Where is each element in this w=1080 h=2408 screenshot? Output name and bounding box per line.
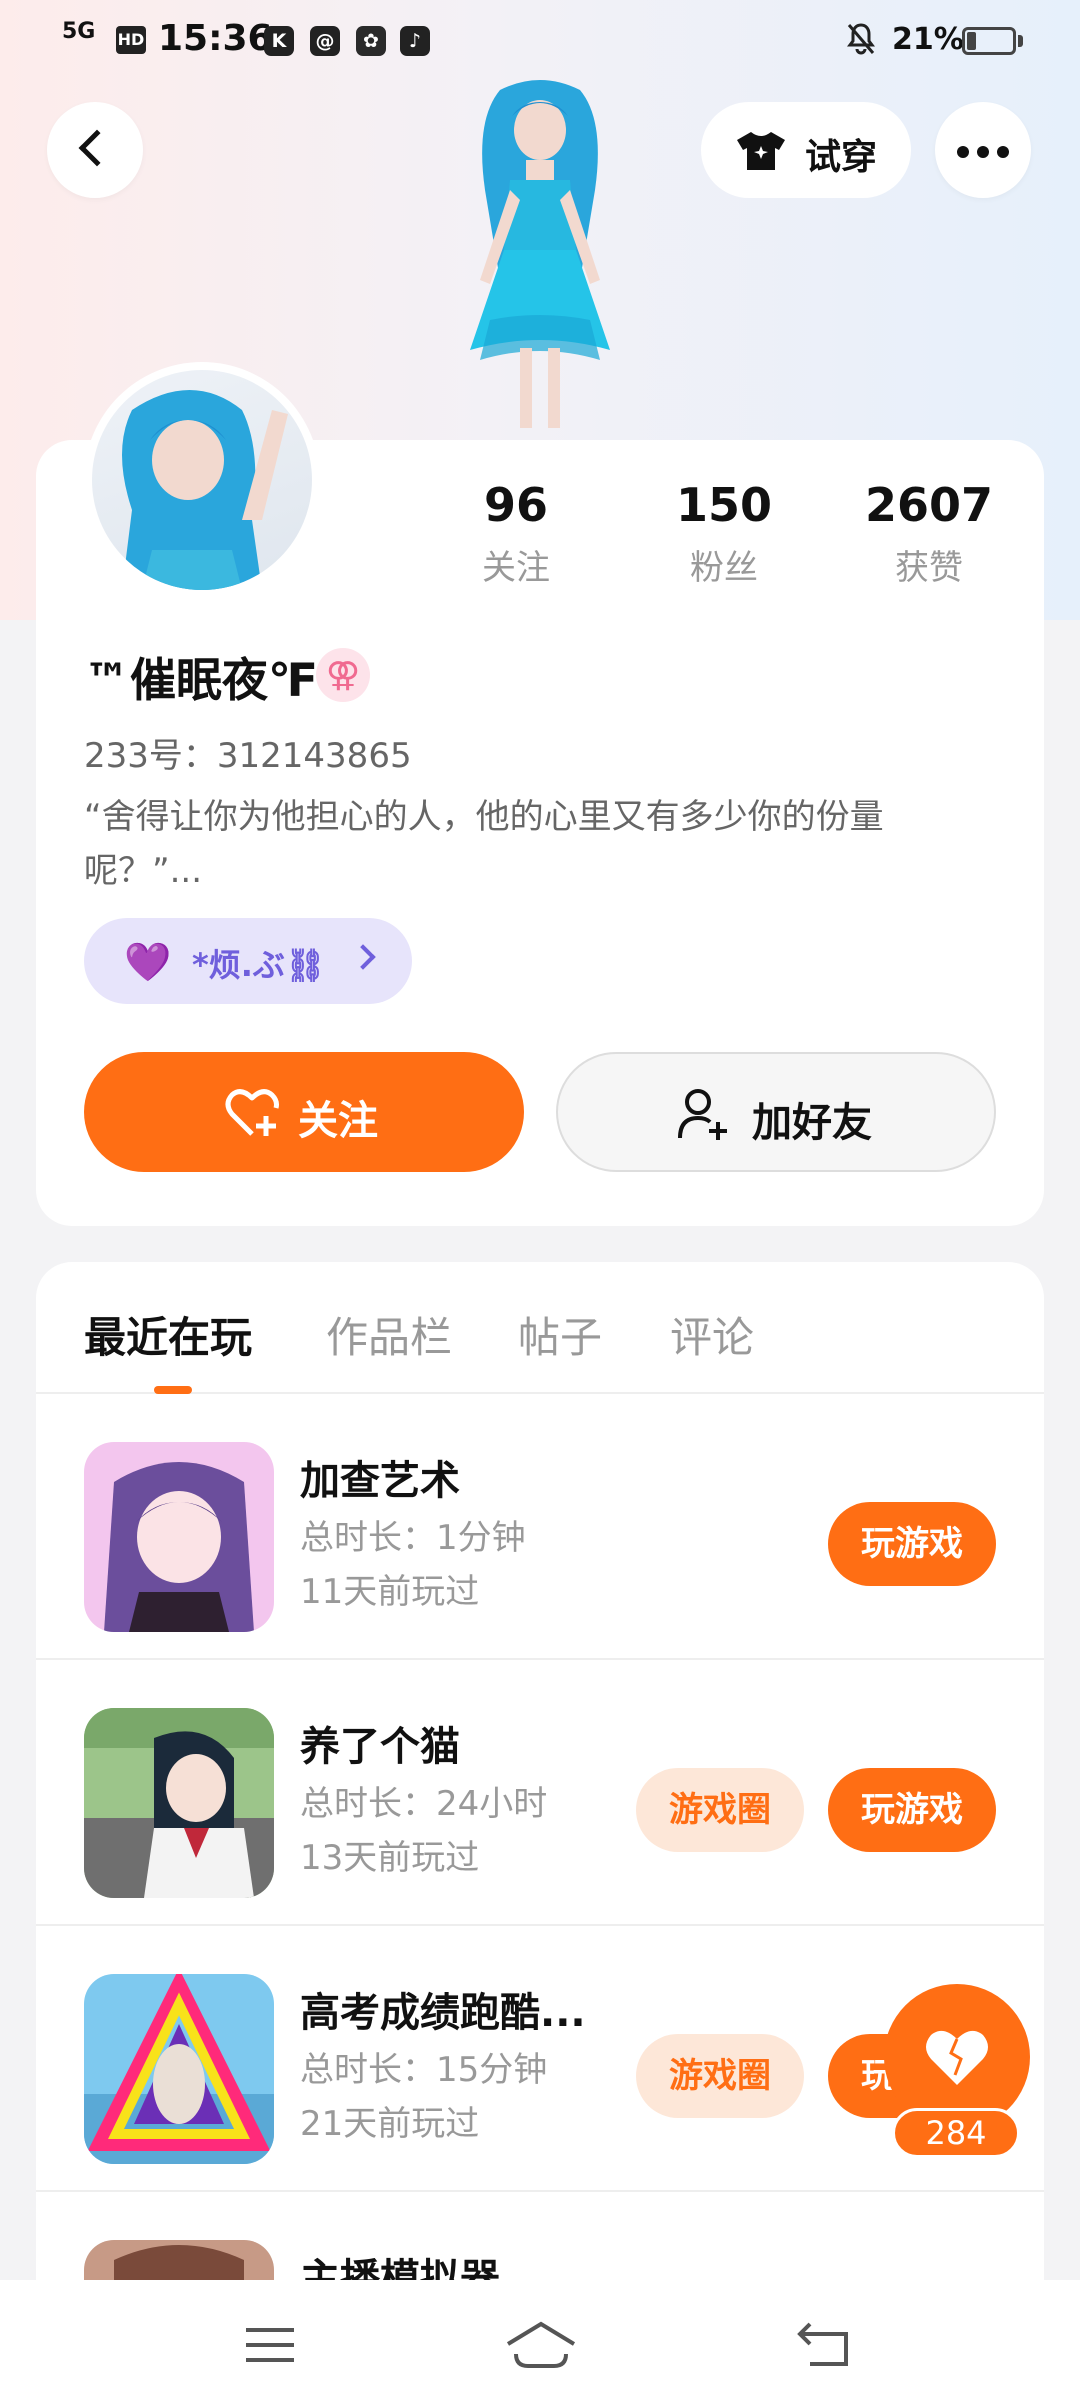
back-nav-icon[interactable] bbox=[796, 2320, 852, 2370]
play-game-button[interactable]: 玩游戏 bbox=[828, 1768, 996, 1852]
gender-female-icon: ⚢ bbox=[316, 648, 370, 702]
battery-tip bbox=[1018, 35, 1023, 47]
game-row[interactable]: 加查艺术 总时长：1分钟 11天前玩过 玩游戏 bbox=[36, 1394, 1044, 1660]
game-row[interactable]: 养了个猫 总时长：24小时 13天前玩过 游戏圈 玩游戏 bbox=[36, 1660, 1044, 1926]
try-on-label: 试穿 bbox=[805, 137, 878, 178]
game-title: 养了个猫 bbox=[300, 1724, 460, 1770]
stat-label: 关注 bbox=[482, 548, 550, 588]
tab-posts[interactable]: 帖子 bbox=[518, 1304, 602, 1365]
mute-icon bbox=[846, 22, 876, 64]
game-last-played: 11天前玩过 bbox=[300, 1572, 480, 1612]
stat-followers[interactable]: 150 粉丝 bbox=[624, 478, 824, 589]
game-thumbnail bbox=[84, 1974, 274, 2164]
back-arrow-icon bbox=[78, 129, 116, 167]
tag-label: *烦.ぶ⛓ bbox=[192, 946, 326, 984]
tab-bar: 最近在玩 作品栏 帖子 评论 bbox=[36, 1262, 1044, 1394]
avatar-image bbox=[92, 370, 312, 590]
game-last-played: 13天前玩过 bbox=[300, 1838, 480, 1878]
battery-level bbox=[967, 32, 976, 50]
heart-icon bbox=[926, 2030, 988, 2085]
game-title: 加查艺术 bbox=[300, 1458, 460, 1504]
activity-card: 最近在玩 作品栏 帖子 评论 加查艺术 总时长：1分钟 11天前玩过 玩游戏 养… bbox=[36, 1262, 1044, 2408]
stat-following[interactable]: 96 关注 bbox=[416, 478, 616, 589]
more-button[interactable] bbox=[935, 102, 1031, 198]
heart-icon: 💜 bbox=[124, 940, 172, 984]
k-app-icon: K bbox=[264, 26, 294, 56]
play-game-button[interactable]: 玩游戏 bbox=[828, 1502, 996, 1586]
chevron-right-icon bbox=[350, 944, 376, 970]
heart-plus-icon bbox=[225, 1089, 279, 1136]
game-last-played: 21天前玩过 bbox=[300, 2104, 480, 2144]
follow-button[interactable]: 关注 bbox=[84, 1052, 524, 1172]
bio-text[interactable]: “舍得让你为他担心的人，他的心里又有多少你的份量呢？”... bbox=[84, 790, 964, 898]
tiktok-icon: ♪ bbox=[400, 26, 430, 56]
stat-label: 粉丝 bbox=[690, 548, 758, 588]
hd-icon: HD bbox=[116, 26, 146, 54]
status-bar: 5G HD 15:36 K @ ✿ ♪ 21% bbox=[0, 0, 1080, 80]
game-circle-button[interactable]: 游戏圈 bbox=[636, 1768, 804, 1852]
back-button[interactable] bbox=[47, 102, 143, 198]
system-navigation-bar bbox=[0, 2280, 1080, 2408]
user-id: 233号：312143865 bbox=[84, 736, 412, 776]
game-circle-button[interactable]: 游戏圈 bbox=[636, 2034, 804, 2118]
shirt-icon bbox=[737, 132, 785, 170]
relationship-tag[interactable]: 💜 *烦.ぶ⛓ bbox=[84, 918, 412, 1004]
home-icon[interactable] bbox=[504, 2320, 578, 2370]
stat-value: 96 bbox=[483, 478, 548, 532]
battery-percent: 21% bbox=[892, 22, 964, 57]
stat-value: 150 bbox=[675, 478, 773, 532]
tab-indicator bbox=[154, 1386, 192, 1394]
username: ™催眠夜℉ bbox=[84, 653, 318, 707]
wechat-icon: ✿ bbox=[356, 26, 386, 56]
tab-comments[interactable]: 评论 bbox=[670, 1304, 754, 1365]
game-duration: 总时长：1分钟 bbox=[300, 1518, 526, 1558]
more-dot bbox=[957, 146, 969, 158]
add-friend-button[interactable]: 加好友 bbox=[556, 1052, 996, 1172]
menu-icon[interactable] bbox=[242, 2320, 298, 2370]
game-duration: 总时长：15分钟 bbox=[300, 2050, 548, 2090]
avatar-character-model[interactable] bbox=[430, 80, 650, 440]
game-duration: 总时长：24小时 bbox=[300, 1784, 548, 1824]
network-indicator: 5G bbox=[62, 19, 96, 44]
follow-label: 关注 bbox=[298, 1098, 378, 1144]
stat-label: 获赞 bbox=[895, 548, 963, 588]
stat-likes[interactable]: 2607 获赞 bbox=[829, 478, 1029, 589]
tab-recently-played[interactable]: 最近在玩 bbox=[84, 1304, 252, 1365]
more-dot bbox=[997, 146, 1009, 158]
at-app-icon: @ bbox=[310, 26, 340, 56]
add-user-icon bbox=[678, 1089, 727, 1140]
status-time: 15:36 bbox=[158, 18, 273, 59]
stat-value: 2607 bbox=[864, 478, 994, 532]
tab-works[interactable]: 作品栏 bbox=[326, 1304, 452, 1365]
game-thumbnail bbox=[84, 1442, 274, 1632]
avatar[interactable] bbox=[84, 362, 320, 598]
add-friend-label: 加好友 bbox=[752, 1100, 872, 1146]
battery-icon bbox=[962, 27, 1016, 55]
more-dot bbox=[977, 146, 989, 158]
game-title: 高考成绩跑酷... bbox=[300, 1990, 586, 2036]
game-thumbnail bbox=[84, 1708, 274, 1898]
like-count: 284 bbox=[892, 2108, 1020, 2158]
try-on-button[interactable]: 试穿 bbox=[701, 102, 911, 198]
